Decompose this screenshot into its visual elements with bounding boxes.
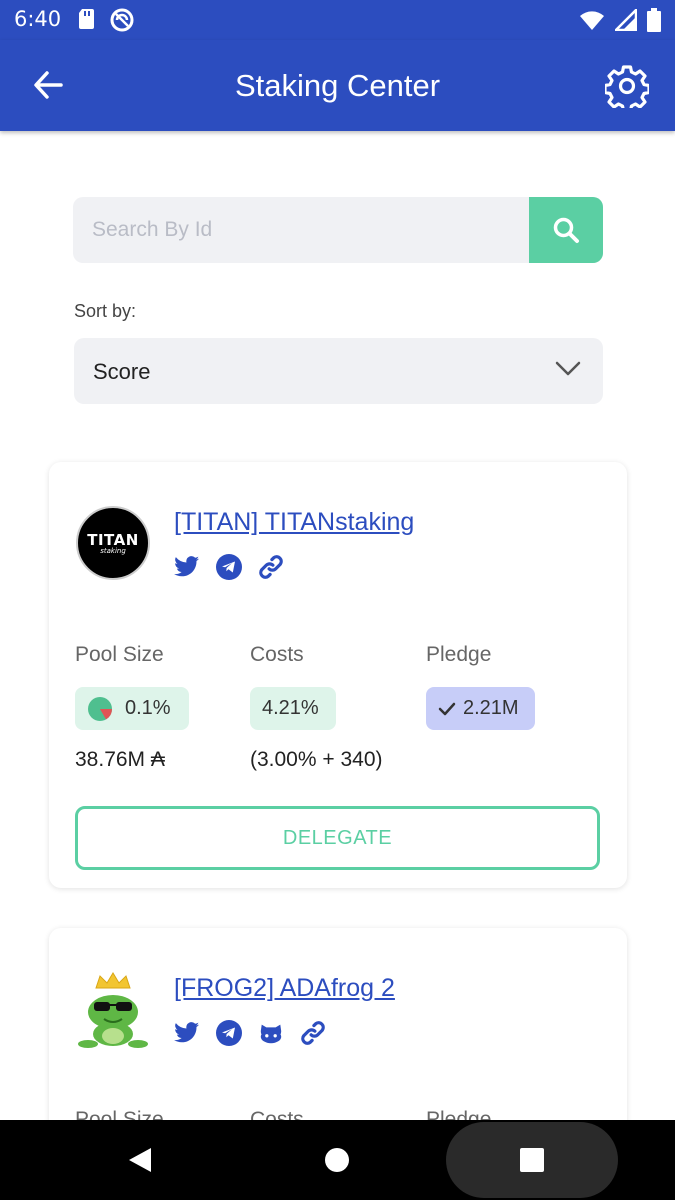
avatar-logo-subtext: staking: [100, 547, 126, 555]
telegram-icon[interactable]: [216, 1020, 242, 1046]
search-button[interactable]: [529, 197, 603, 263]
social-links: [174, 554, 284, 580]
pool-avatar: TITAN staking: [76, 506, 150, 580]
github-icon[interactable]: [258, 1020, 284, 1046]
pledge-value: 2.21M: [463, 697, 519, 719]
sort-select[interactable]: Score: [74, 338, 603, 404]
signal-icon: [612, 6, 638, 35]
wifi-icon: [579, 9, 605, 35]
pool-name-link[interactable]: [TITAN] TITANstaking: [174, 508, 414, 537]
app-bar: Staking Center: [0, 40, 675, 131]
pool-avatar: [76, 972, 150, 1048]
link-icon[interactable]: [300, 1020, 326, 1046]
social-links: [174, 1020, 326, 1046]
back-triangle-icon: [129, 1148, 151, 1172]
twitter-icon[interactable]: [174, 554, 200, 580]
settings-button[interactable]: [603, 64, 651, 113]
search-input[interactable]: [73, 197, 529, 263]
gear-icon: [603, 65, 651, 113]
navigation-bar: [0, 1120, 675, 1200]
pledge-chip: 2.21M: [426, 687, 535, 730]
telegram-icon[interactable]: [216, 554, 242, 580]
costs-value: 4.21%: [262, 697, 319, 719]
pool-size-label: Pool Size: [75, 643, 164, 666]
battery-icon: [647, 8, 661, 36]
sort-selected-value: Score: [93, 359, 151, 384]
costs-detail: (3.00% + 340): [250, 748, 383, 771]
delegate-button[interactable]: DELEGATE: [75, 806, 600, 870]
pie-chart-icon: [88, 696, 112, 721]
checkmark-icon: [438, 702, 456, 715]
chevron-down-icon: [555, 360, 581, 382]
search-bar: [73, 197, 603, 263]
costs-label: Costs: [250, 643, 304, 666]
twitter-icon[interactable]: [174, 1020, 200, 1046]
pool-size-percent: 0.1%: [125, 697, 171, 719]
pool-card: TITAN staking [TITAN] TITANstaking Pool …: [49, 462, 627, 888]
pool-size-amount: 38.76M ₳: [75, 748, 165, 771]
pledge-label: Pledge: [426, 643, 492, 666]
nav-recents-button[interactable]: [502, 1120, 562, 1200]
nav-back-button[interactable]: [110, 1120, 170, 1200]
status-time: 6:40: [14, 7, 62, 31]
recents-square-icon: [520, 1148, 544, 1172]
sort-label: Sort by:: [74, 301, 137, 321]
no-sim-circle-icon: [110, 8, 134, 36]
nav-home-button[interactable]: [307, 1120, 367, 1200]
pool-card: [FROG2] ADAfrog 2 Pool Size Costs Pledge: [49, 928, 627, 1148]
search-icon: [553, 217, 579, 243]
pool-name-link[interactable]: [FROG2] ADAfrog 2: [174, 974, 395, 1003]
page-title: Staking Center: [234, 68, 441, 103]
link-icon[interactable]: [258, 554, 284, 580]
frog-king-logo: [78, 972, 148, 1048]
pool-size-chip: 0.1%: [75, 687, 189, 730]
status-bar: 6:40: [0, 0, 675, 40]
sd-card-icon: [78, 8, 96, 36]
home-circle-icon: [325, 1148, 349, 1172]
costs-chip: 4.21%: [250, 687, 336, 730]
